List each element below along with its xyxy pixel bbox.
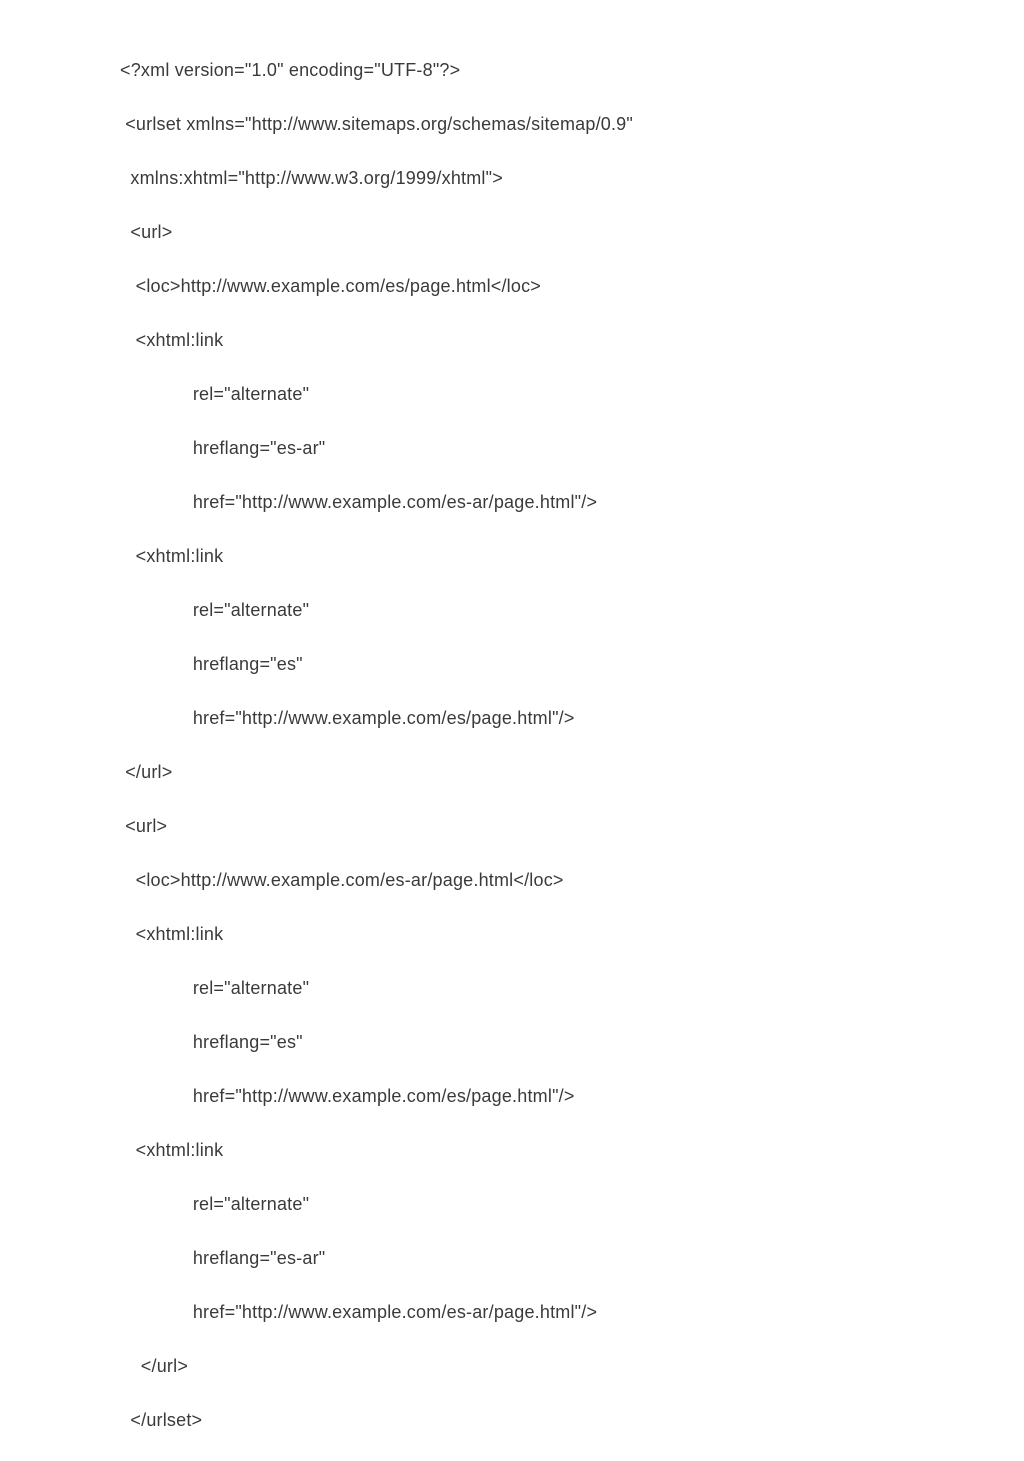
code-line: </urlset>: [120, 1407, 1024, 1434]
code-line: hreflang="es": [120, 1029, 1024, 1056]
code-line: hreflang="es-ar": [120, 1245, 1024, 1272]
code-line: <loc>http://www.example.com/es-ar/page.h…: [120, 867, 1024, 894]
code-line: <xhtml:link: [120, 327, 1024, 354]
code-line: </url>: [120, 759, 1024, 786]
code-line: <urlset xmlns="http://www.sitemaps.org/s…: [120, 111, 1024, 138]
code-line: <loc>http://www.example.com/es/page.html…: [120, 273, 1024, 300]
code-line: hreflang="es": [120, 651, 1024, 678]
code-line: <xhtml:link: [120, 543, 1024, 570]
code-line: rel="alternate": [120, 597, 1024, 624]
code-line: </url>: [120, 1353, 1024, 1380]
code-line: hreflang="es-ar": [120, 435, 1024, 462]
code-line: <url>: [120, 813, 1024, 840]
code-line: href="http://www.example.com/es-ar/page.…: [120, 489, 1024, 516]
code-line: rel="alternate": [120, 1191, 1024, 1218]
code-line: rel="alternate": [120, 381, 1024, 408]
xml-code-block: <?xml version="1.0" encoding="UTF-8"?> <…: [120, 30, 1024, 1461]
code-line: href="http://www.example.com/es-ar/page.…: [120, 1299, 1024, 1326]
code-line: <xhtml:link: [120, 921, 1024, 948]
code-line: <?xml version="1.0" encoding="UTF-8"?>: [120, 57, 1024, 84]
code-line: <url>: [120, 219, 1024, 246]
code-line: <xhtml:link: [120, 1137, 1024, 1164]
code-line: href="http://www.example.com/es/page.htm…: [120, 705, 1024, 732]
code-line: xmlns:xhtml="http://www.w3.org/1999/xhtm…: [120, 165, 1024, 192]
code-line: rel="alternate": [120, 975, 1024, 1002]
code-line: href="http://www.example.com/es/page.htm…: [120, 1083, 1024, 1110]
